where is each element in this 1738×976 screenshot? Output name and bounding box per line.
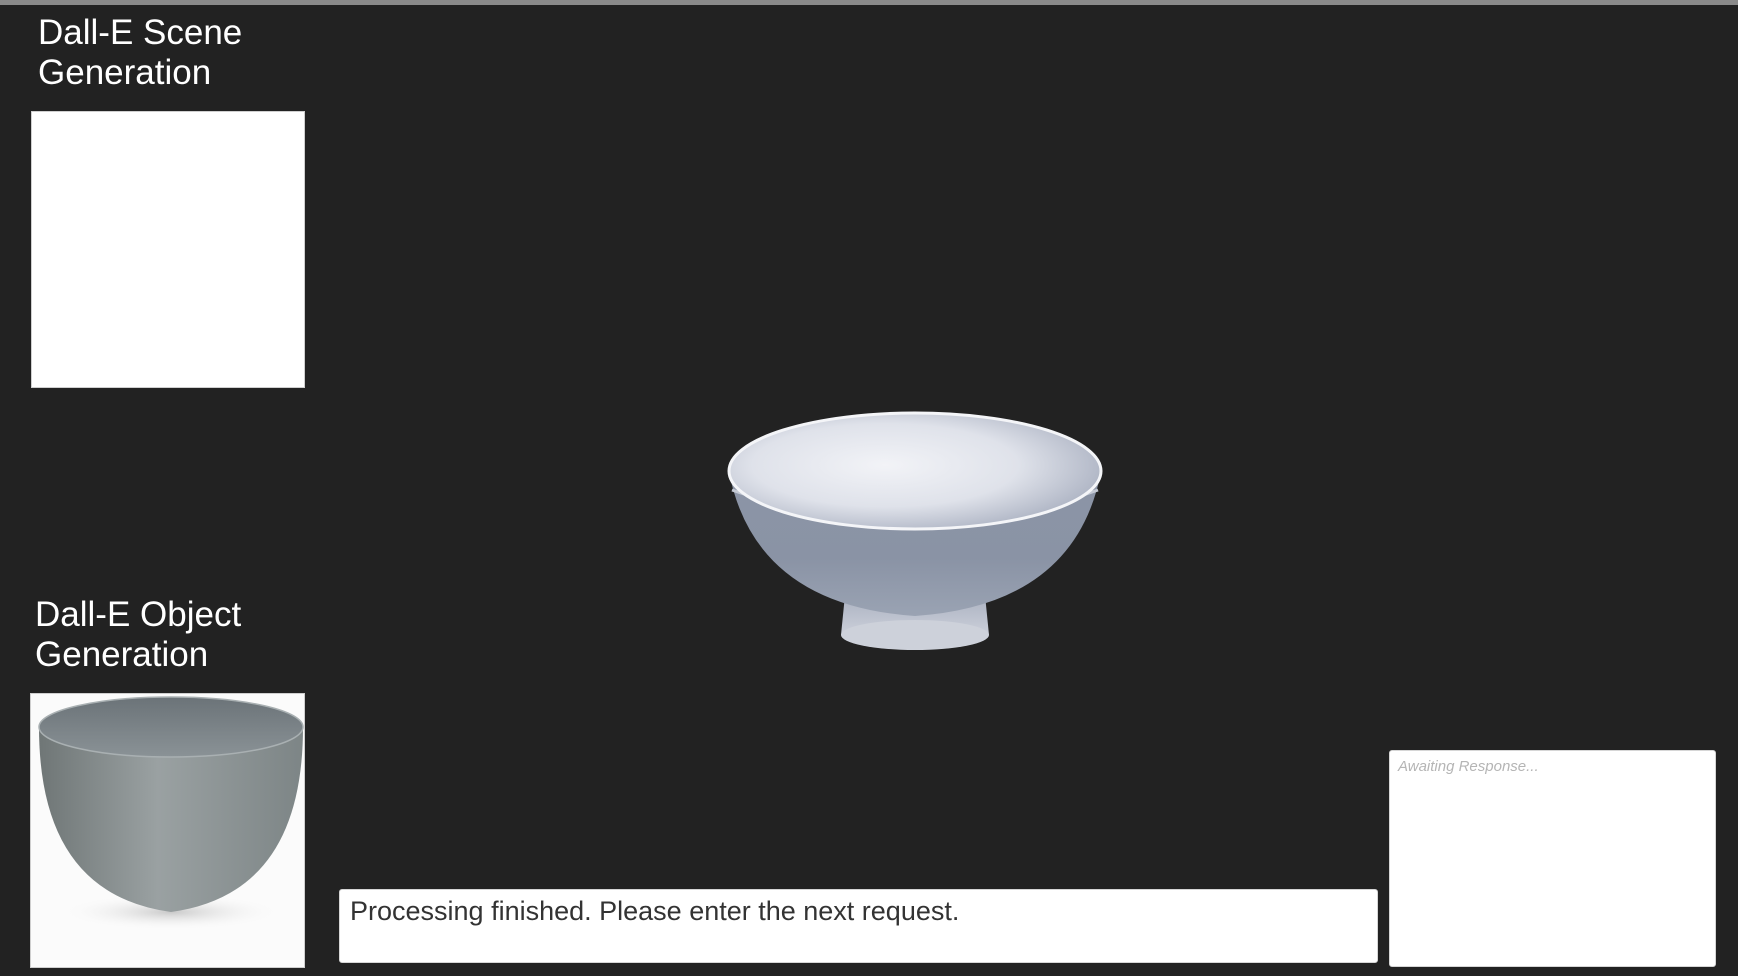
bowl-render-image bbox=[38, 696, 304, 930]
request-input[interactable]: Processing finished. Please enter the ne… bbox=[339, 889, 1378, 963]
3d-viewport[interactable] bbox=[330, 20, 1690, 860]
scene-generation-title: Dall-E Scene Generation bbox=[38, 13, 243, 92]
window-top-border bbox=[0, 0, 1738, 5]
object-generation-title: Dall-E Object Generation bbox=[35, 595, 242, 674]
bowl-3d-model[interactable] bbox=[330, 20, 1690, 860]
response-output[interactable] bbox=[1389, 750, 1716, 967]
object-image-panel bbox=[30, 693, 305, 968]
scene-image-panel bbox=[31, 111, 305, 388]
